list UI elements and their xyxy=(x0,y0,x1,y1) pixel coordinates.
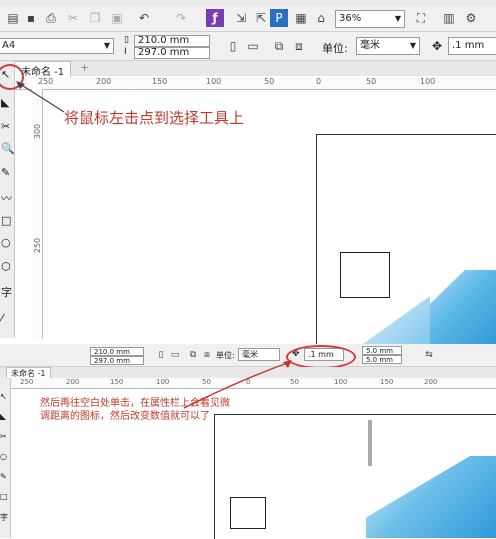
chevron-down-icon: ▼ xyxy=(409,41,416,50)
toolbox: ↖ ◣ ✂ 🔍 ✎ 〰 □ ○ ⬡ 字 ⁄ xyxy=(0,62,15,338)
page-shadow-bar xyxy=(368,420,372,466)
duplicate-y-value: 5.0 mm xyxy=(366,356,393,364)
current-page-icon[interactable]: ⧈ xyxy=(290,37,308,55)
page-width-value: 210.0 mm xyxy=(138,35,190,46)
rectangle-tool-icon[interactable]: □ xyxy=(0,492,8,501)
all-pages-icon[interactable]: ⧉ xyxy=(270,37,288,55)
annotation-select-tool: 将鼠标左击点到选择工具上 xyxy=(64,109,245,127)
zoom-tool-icon[interactable]: ○ xyxy=(0,452,7,461)
ruler-tick: 200 xyxy=(424,378,438,386)
nudge-icon: ✥ xyxy=(432,39,443,53)
pointer-arrow xyxy=(16,81,65,113)
duplicate-x-field[interactable]: 5.0 mm xyxy=(362,346,402,355)
nudge-distance-field[interactable]: .1 mm xyxy=(448,37,496,55)
unit-label: 单位: xyxy=(322,42,348,55)
nudge-distance-value: .1 mm xyxy=(452,40,485,51)
width-icon: ▯ xyxy=(124,35,129,45)
options-icon[interactable]: ⚙ xyxy=(462,9,480,27)
ruler-tick: 100 xyxy=(334,378,348,386)
page-height-field[interactable]: 297.0 mm xyxy=(134,47,210,59)
line-tool-icon[interactable]: ⁄ xyxy=(1,312,3,325)
ruler-tick: 150 xyxy=(152,77,168,86)
freehand-tool-icon[interactable]: ✎ xyxy=(0,472,7,481)
corel-connect-icon[interactable]: ƒ xyxy=(206,9,224,27)
ruler-tick: 100 xyxy=(420,77,436,86)
shape-tool-icon[interactable]: ◣ xyxy=(0,412,6,421)
horizontal-ruler: 250 200 150 100 50 0 50 100 xyxy=(10,77,496,90)
artistic-media-icon[interactable]: 〰 xyxy=(1,190,12,206)
standard-toolbar: ▤ ▪ ⎙ ✂ ❐ ▣ ↶ ↷ ƒ ⇲ ⇱ P ▦ ⌂ 36% ▼ ⛶ ▥ ⚙ xyxy=(0,6,496,32)
app-launcher-icon[interactable]: ▦ xyxy=(292,9,310,27)
rectangle-object-2[interactable] xyxy=(230,497,266,529)
ruler-tick: 250 xyxy=(33,237,43,254)
fullscreen-icon[interactable]: ⛶ xyxy=(412,9,430,27)
open-icon[interactable]: ▤ xyxy=(4,9,22,27)
duplicate-x-value: 5.0 mm xyxy=(366,347,393,355)
polygon-tool-icon[interactable]: ⬡ xyxy=(1,260,11,273)
ruler-tick: 100 xyxy=(206,77,222,86)
zoom-tool-icon[interactable]: 🔍 xyxy=(1,142,15,155)
ruler-tick: 50 xyxy=(264,77,275,86)
ruler-tick: 200 xyxy=(96,77,112,86)
ellipse-tool-icon[interactable]: ○ xyxy=(1,236,11,249)
ruler-tick: 250 xyxy=(20,378,34,386)
rectangle-object[interactable] xyxy=(340,252,390,298)
annotation-nudge: 然后再往空白处单击，在属性栏上会看见微调距离的图标，然后改变数值就可以了 xyxy=(40,398,230,422)
page-height-value: 297.0 mm xyxy=(138,47,190,58)
unit-value: 毫米 xyxy=(360,40,380,51)
shape-tool-icon[interactable]: ◣ xyxy=(1,96,9,109)
chevron-down-icon: ▼ xyxy=(103,41,110,50)
pick-tool-icon[interactable]: ↖ xyxy=(0,392,7,401)
export-icon[interactable]: ⇱ xyxy=(252,9,270,27)
rectangle-tool-icon[interactable]: □ xyxy=(1,214,11,227)
page-height-value-2: 297.0 mm xyxy=(94,357,130,365)
zoom-select[interactable]: 36% ▼ xyxy=(335,10,405,28)
ruler-tick: 0 xyxy=(316,77,322,86)
vertical-ruler: 300 250 xyxy=(32,89,43,339)
document-tab-label-2: 未命名 -1 xyxy=(11,369,46,378)
cut-icon[interactable]: ✂ xyxy=(64,9,82,27)
ruler-tick: 100 xyxy=(156,378,170,386)
height-icon: I xyxy=(124,47,127,57)
publish-icon[interactable]: P xyxy=(270,9,288,27)
ruler-tick: 150 xyxy=(110,378,124,386)
chevron-down-icon: ▼ xyxy=(394,14,401,23)
add-tab-icon[interactable]: + xyxy=(80,61,89,74)
zoom-value: 36% xyxy=(339,13,362,24)
ruler-tick: 50 xyxy=(366,77,377,86)
crop-tool-icon[interactable]: ✂ xyxy=(1,120,10,133)
text-tool-icon[interactable]: 字 xyxy=(1,284,12,300)
ruler-tick: 300 xyxy=(33,123,43,140)
toolbox-2: ↖ ◣ ✂ ○ ✎ □ 字 xyxy=(0,378,11,538)
ruler-tick: 200 xyxy=(66,378,80,386)
property-bar: A4 ▼ ▯ 210.0 mm I 297.0 mm ▯ ▭ ⧉ ⧈ 单位: 毫… xyxy=(0,32,496,61)
redo-icon[interactable]: ↷ xyxy=(172,9,190,27)
ruler-tick: 150 xyxy=(380,378,394,386)
duplicate-y-field[interactable]: 5.0 mm xyxy=(362,355,402,364)
options-icon[interactable]: ⇆ xyxy=(420,346,438,364)
page-width-field-2[interactable]: 210.0 mm xyxy=(90,347,144,356)
text-tool-icon[interactable]: 字 xyxy=(0,512,8,523)
snap-icon[interactable]: ▥ xyxy=(440,9,458,27)
page-height-field-2[interactable]: 297.0 mm xyxy=(90,356,144,365)
portrait-icon[interactable]: ▯ xyxy=(224,37,242,55)
page-size-select[interactable]: A4 ▼ xyxy=(0,38,114,54)
page-width-field[interactable]: 210.0 mm xyxy=(134,35,210,47)
undo-icon[interactable]: ↶ xyxy=(135,9,153,27)
page-size-value: A4 xyxy=(2,40,16,51)
page-width-value-2: 210.0 mm xyxy=(94,348,130,356)
crop-tool-icon[interactable]: ✂ xyxy=(0,432,7,441)
freehand-tool-icon[interactable]: ✎ xyxy=(1,166,10,179)
welcome-icon[interactable]: ⌂ xyxy=(312,9,330,27)
unit-select[interactable]: 毫米 ▼ xyxy=(356,37,420,55)
import-icon[interactable]: ⇲ xyxy=(232,9,250,27)
print-icon[interactable]: ⎙ xyxy=(42,9,60,27)
paste-icon[interactable]: ▣ xyxy=(108,9,126,27)
save-icon[interactable]: ▪ xyxy=(22,9,40,27)
landscape-icon[interactable]: ▭ xyxy=(244,37,262,55)
copy-icon[interactable]: ❐ xyxy=(86,9,104,27)
document-tabs-strip: 未命名 -1 + xyxy=(0,61,496,79)
